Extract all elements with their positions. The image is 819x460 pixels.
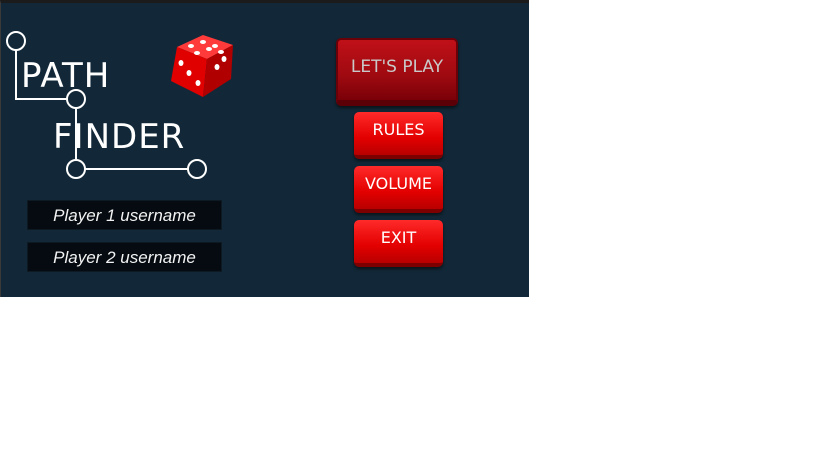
logo-node-circle <box>187 159 207 179</box>
player1-username-input[interactable]: Player 1 username <box>27 200 222 230</box>
logo-title-finder: FINDER <box>53 117 186 157</box>
game-window: PATH FINDER Player 1 username Player 2 u… <box>0 0 529 297</box>
window-strip-divider <box>492 0 493 3</box>
dice-icon <box>171 35 233 97</box>
exit-button[interactable]: EXIT <box>354 220 443 267</box>
window-strip-divider <box>353 0 354 3</box>
rules-button[interactable]: RULES <box>354 112 443 159</box>
logo-node-circle <box>6 31 26 51</box>
logo-node-circle <box>66 159 86 179</box>
player2-username-input[interactable]: Player 2 username <box>27 242 222 272</box>
volume-button[interactable]: VOLUME <box>354 166 443 213</box>
lets-play-button[interactable]: LET'S PLAY <box>336 38 458 106</box>
logo-title-path: PATH <box>21 56 111 96</box>
